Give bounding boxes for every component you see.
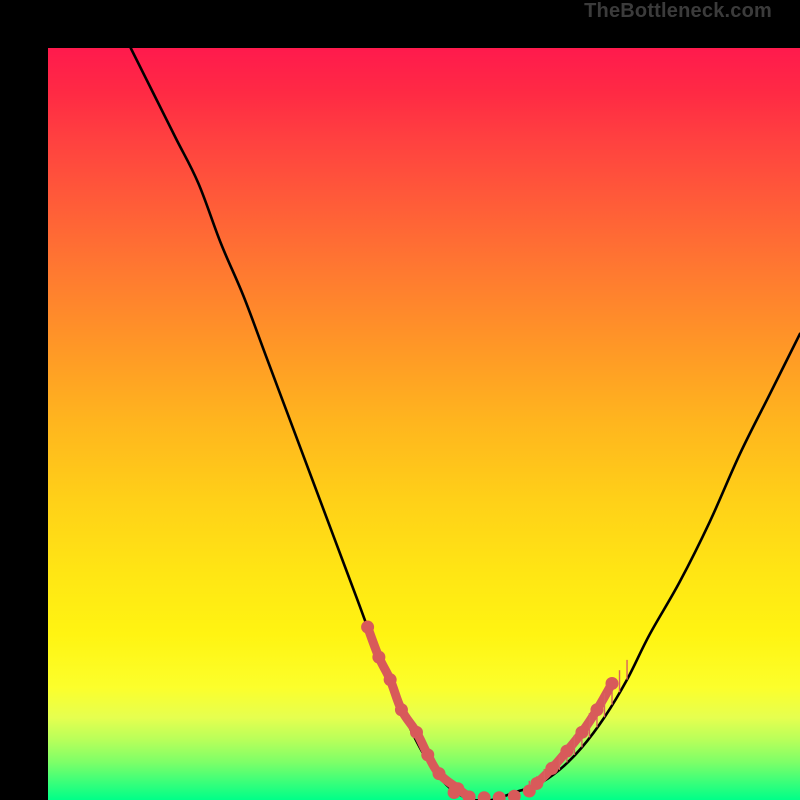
dot-left [372, 651, 385, 664]
chart-frame [0, 0, 800, 800]
dot-right [575, 726, 588, 739]
plot-area [48, 48, 800, 800]
curve-left-branch [131, 48, 469, 800]
dot-right [606, 677, 619, 690]
curve-svg [48, 48, 800, 800]
watermark-text: TheBottleneck.com [584, 0, 772, 23]
dot-left [361, 621, 374, 634]
dot-floor [478, 791, 491, 800]
dot-left [421, 748, 434, 761]
dot-right [560, 745, 573, 758]
dot-left [395, 703, 408, 716]
dot-left [384, 673, 397, 686]
dot-right [545, 762, 558, 775]
curve-right-branch [469, 334, 800, 800]
dot-right [590, 703, 603, 716]
dot-left [410, 726, 423, 739]
dot-right [530, 777, 543, 790]
dot-left [433, 767, 446, 780]
dot-floor [493, 791, 506, 800]
dot-floor [448, 786, 461, 799]
